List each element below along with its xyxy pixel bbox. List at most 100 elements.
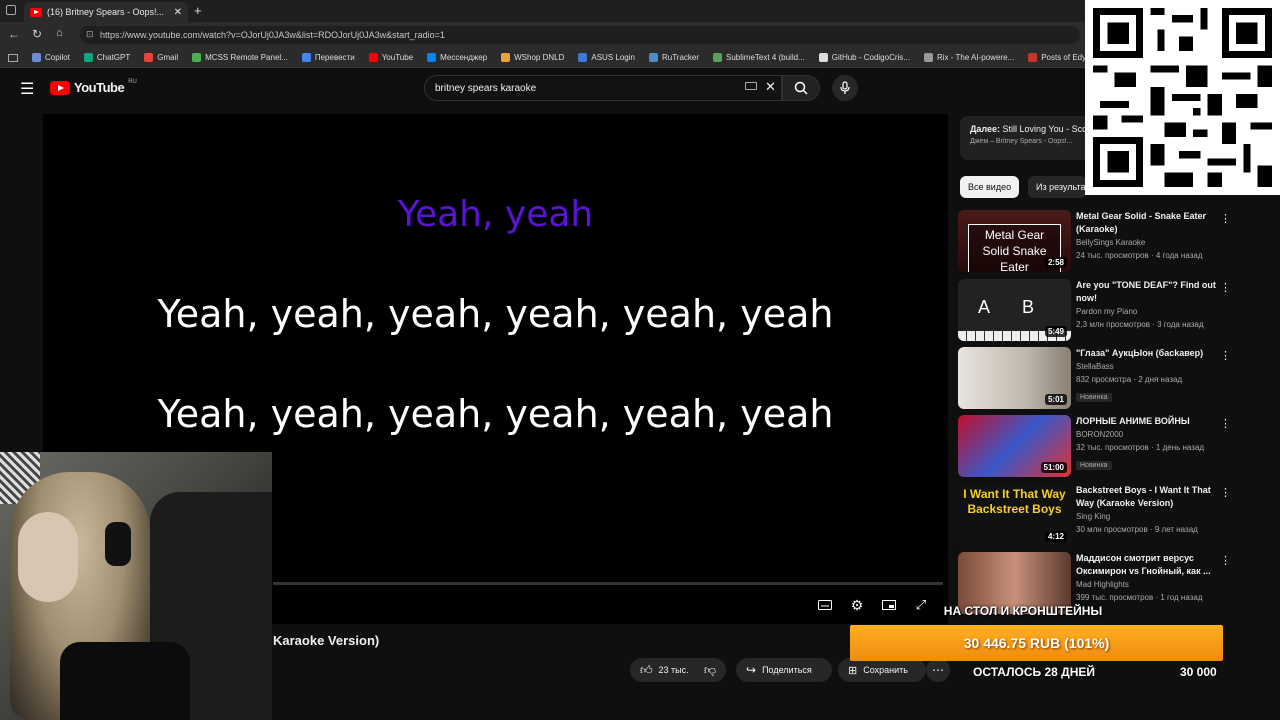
thumbnail-caption: I Want It That Way Backstreet Boys (963, 487, 1066, 516)
duration-badge: 2:58 (1044, 257, 1067, 268)
address-bar[interactable]: ⊡ https://www.youtube.com/watch?v=OJorUj… (80, 26, 1080, 44)
bookmark-item[interactable]: Перевести (301, 53, 355, 62)
browser-tab[interactable]: (16) Britney Spears - Oops!... ✕ (24, 2, 188, 22)
bookmark-item[interactable]: ChatGPT (83, 53, 130, 62)
bookmark-item[interactable]: Gmail (144, 53, 178, 62)
share-button[interactable]: ↪ Поделиться (736, 658, 832, 682)
next-up-card[interactable]: Далее: Still Loving You - Sco Джем – Bri… (960, 116, 1086, 160)
more-vertical-icon[interactable]: ⋮ (1220, 417, 1231, 430)
save-button[interactable]: ⊞ Сохранить (838, 658, 926, 682)
dislike-icon[interactable]: 👎︎ (704, 663, 716, 678)
new-badge: Новинка (1076, 461, 1112, 470)
channel-name[interactable]: Pardon my Piano (1076, 305, 1216, 318)
bookmark-favicon-icon (923, 53, 933, 62)
recommended-video[interactable]: A B 5:49 Are you "TONE DEAF"? Find out n… (958, 279, 1258, 343)
video-title[interactable]: Backstreet Boys - I Want It That Way (Ka… (1076, 484, 1216, 510)
more-vertical-icon[interactable]: ⋮ (1220, 281, 1231, 294)
search-button[interactable] (782, 75, 820, 101)
bookmark-item[interactable]: RuTracker (648, 53, 699, 62)
bookmark-favicon-icon (192, 53, 202, 62)
logo-text: YouTube (74, 80, 125, 95)
bookmark-item[interactable]: YouTube (368, 53, 413, 62)
settings-button[interactable]: ⚙ (847, 596, 867, 614)
video-stats: 399 тыс. просмотров · 1 год назад (1076, 593, 1203, 602)
channel-name[interactable]: Sing King (1076, 510, 1216, 523)
recommended-video[interactable]: 5:01 "Глаза" АукцЫон (басkавер) StellaBa… (958, 347, 1258, 411)
video-thumbnail[interactable]: 5:01 (958, 347, 1071, 409)
streamer-shirt (60, 642, 190, 720)
menu-icon[interactable]: ☰ (20, 79, 34, 99)
chip-all-videos[interactable]: Все видео (960, 176, 1020, 198)
search-input[interactable]: britney spears karaoke ✕ (424, 75, 782, 101)
video-thumbnail[interactable]: A B 5:49 (958, 279, 1071, 341)
video-title[interactable]: Metal Gear Solid - Snake Eater (Karaoke) (1076, 210, 1216, 236)
bookmark-favicon-icon (713, 53, 723, 62)
progress-bar[interactable] (273, 582, 943, 585)
bookmark-item[interactable]: ASUS Login (578, 53, 635, 62)
bookmark-favicon-icon (83, 53, 93, 62)
bookmark-item[interactable]: GitHub - CodigoCris... (818, 53, 910, 62)
voice-search-button[interactable] (832, 75, 858, 101)
subtitles-button[interactable] (815, 596, 835, 614)
workspaces-icon[interactable] (6, 5, 16, 15)
video-thumbnail[interactable]: 51:00 (958, 415, 1071, 477)
more-vertical-icon[interactable]: ⋮ (1220, 554, 1231, 567)
video-thumbnail[interactable]: Metal Gear Solid Snake Eater 2:58 (958, 210, 1071, 272)
headset (105, 522, 131, 566)
close-tab-icon[interactable]: ✕ (174, 7, 182, 18)
new-badge: Новинка (1076, 393, 1112, 402)
apps-icon[interactable] (8, 53, 18, 62)
bookmark-item[interactable]: SublimeText 4 (build... (713, 53, 805, 62)
more-vertical-icon[interactable]: ⋮ (1220, 486, 1231, 499)
bookmark-item[interactable]: MCSS Remote Panel... (192, 53, 288, 62)
bookmark-favicon-icon (32, 53, 41, 62)
lyric-line: Yeah, yeah, yeah, yeah, yeah, yeah (157, 292, 834, 336)
channel-name[interactable]: BellySings Karaoke (1076, 236, 1216, 249)
video-title: Karaoke Version) (273, 633, 380, 648)
back-icon[interactable]: ← (8, 27, 20, 41)
video-title[interactable]: "Глаза" АукцЫон (басkавер) (1076, 347, 1216, 360)
keyboard-icon[interactable] (745, 82, 757, 90)
video-title[interactable]: Are you "TONE DEAF"? Find out now! (1076, 279, 1216, 305)
channel-name[interactable]: BORON2000 (1076, 428, 1216, 441)
duration-badge: 5:49 (1044, 326, 1067, 337)
miniplayer-button[interactable] (879, 596, 899, 614)
like-icon[interactable]: 👍︎ (640, 663, 653, 678)
bookmark-item[interactable]: WShop DNLD (501, 53, 564, 62)
lyric-line: Yeah, yeah, yeah, yeah, yeah, yeah (157, 392, 834, 436)
duration-badge: 51:00 (1040, 462, 1067, 473)
more-vertical-icon[interactable]: ⋮ (1220, 349, 1231, 362)
bookmark-favicon-icon (578, 53, 588, 62)
bookmark-favicon-icon (1028, 53, 1038, 62)
more-actions-button[interactable]: ⋯ (926, 658, 950, 682)
qr-code-icon (1093, 8, 1272, 187)
reload-icon[interactable]: ↻ (32, 27, 42, 41)
bookmark-item[interactable]: Copilot (32, 53, 70, 62)
donation-amount: 30 446.75 RUB (101%) (963, 635, 1110, 651)
fullscreen-icon: ⤢ (915, 597, 927, 612)
channel-name[interactable]: StellaBass (1076, 360, 1216, 373)
video-title[interactable]: Маддисон смотрит версус Оксимирон vs Гно… (1076, 552, 1216, 578)
video-stats: 2,3 млн просмотров · 3 года назад (1076, 320, 1204, 329)
clear-search-icon[interactable]: ✕ (765, 79, 776, 95)
home-icon[interactable]: ⌂ (56, 27, 63, 39)
fullscreen-button[interactable]: ⤢ (911, 596, 931, 614)
youtube-logo[interactable]: YouTube RU (50, 79, 137, 95)
new-tab-icon[interactable]: + (194, 3, 202, 18)
recommended-video[interactable]: 51:00 ЛОРНЫЕ АНИМЕ ВОЙНЫ BORON2000 32 ты… (958, 415, 1258, 479)
more-vertical-icon[interactable]: ⋮ (1220, 212, 1231, 225)
recommended-video[interactable]: Metal Gear Solid Snake Eater 2:58 Metal … (958, 210, 1258, 274)
channel-name[interactable]: Mad Highlights (1076, 578, 1216, 591)
video-title[interactable]: ЛОРНЫЕ АНИМЕ ВОЙНЫ (1076, 415, 1216, 428)
bookmark-item[interactable]: Мессенджер (427, 53, 487, 62)
chip-from-search[interactable]: Из результатов поиска (1028, 176, 1086, 198)
next-up-subtitle: Джем – Britney Spears - Oops!... (970, 138, 1073, 145)
video-thumbnail[interactable]: I Want It That Way Backstreet Boys 4:12 (958, 484, 1071, 546)
bookmark-item[interactable]: Rix - The AI-powere... (923, 53, 1014, 62)
recommended-video[interactable]: I Want It That Way Backstreet Boys 4:12 … (958, 484, 1258, 548)
bookmark-favicon-icon (501, 53, 511, 62)
site-info-icon[interactable]: ⊡ (86, 29, 94, 40)
youtube-favicon-icon (30, 7, 42, 17)
like-count[interactable]: 23 тыс. (659, 665, 689, 675)
gear-icon: ⚙ (850, 596, 864, 613)
